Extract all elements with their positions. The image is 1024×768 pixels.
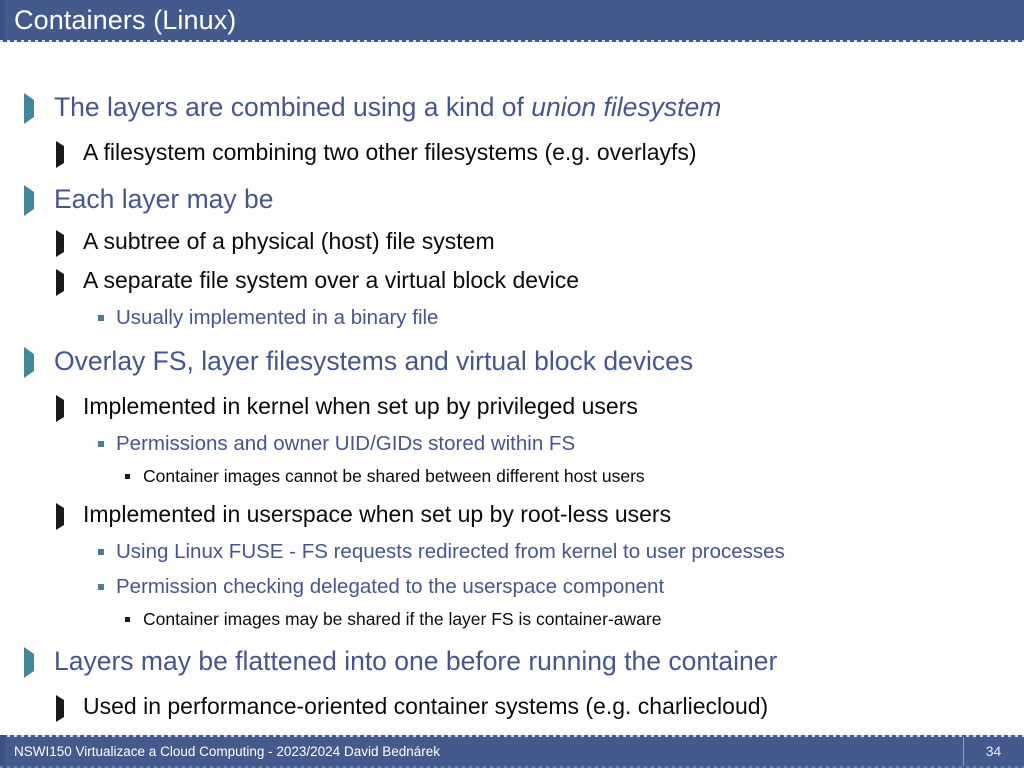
bullet-item-level-2: A filesystem combining two other filesys… (0, 133, 1024, 172)
bullet-triangle-icon (56, 503, 64, 530)
bullet-item-level-2: A separate file system over a virtual bl… (0, 261, 1024, 300)
slide-title-bar: Containers (Linux) (0, 0, 1024, 42)
bullet-label: Implemented in userspace when set up by … (83, 495, 671, 534)
bullet-label: A filesystem combining two other filesys… (83, 133, 697, 172)
bullet-label: Usually implemented in a binary file (116, 300, 438, 335)
bullet-triangle-icon (56, 269, 64, 296)
bullet-text-plain: Implemented in userspace when set up by … (83, 501, 672, 527)
bullet-item-level-3: Usually implemented in a binary file (0, 300, 1024, 335)
bullet-label: Permission checking delegated to the use… (116, 569, 664, 604)
bullet-label: Implemented in kernel when set up by pri… (83, 387, 638, 426)
bullet-label: Container images cannot be shared betwee… (143, 461, 645, 492)
bullet-text-plain: A subtree of a physical (host) file syst… (83, 228, 495, 254)
bullet-triangle-icon (24, 347, 34, 378)
bullet-triangle-icon (56, 695, 64, 722)
bullet-text-plain: Permissions and owner UID/GIDs stored wi… (116, 432, 576, 455)
bullet-text-plain: Usually implemented in a binary file (116, 306, 439, 329)
bullet-item-level-2: Implemented in kernel when set up by pri… (0, 387, 1024, 426)
bullet-text-plain: The layers are combined using a kind of (54, 92, 532, 122)
footer-left-accent (0, 735, 5, 768)
bullet-triangle-icon (56, 230, 64, 257)
bullet-text-plain: Using Linux FUSE - FS requests redirecte… (116, 540, 785, 563)
content-top-spacer (0, 42, 1024, 85)
bullet-label: A separate file system over a virtual bl… (83, 261, 579, 300)
bullet-text-plain: Implemented in kernel when set up by pri… (83, 393, 638, 419)
bullet-square-icon (125, 617, 130, 622)
bullet-square-icon (125, 474, 130, 479)
bullet-square-icon (98, 549, 104, 555)
bullet-triangle-icon (24, 647, 34, 678)
bullet-text-plain: Used in performance-oriented container s… (83, 693, 769, 719)
bullet-item-level-3: Permission checking delegated to the use… (0, 569, 1024, 604)
bullet-triangle-icon (24, 93, 34, 124)
slide-number: 34 (985, 743, 1002, 759)
bullet-item-level-3: Permissions and owner UID/GIDs stored wi… (0, 426, 1024, 461)
bullet-text-plain: Layers may be flattened into one before … (54, 646, 778, 676)
bullet-label: Using Linux FUSE - FS requests redirecte… (116, 534, 785, 569)
bullet-item-level-2: Implemented in userspace when set up by … (0, 495, 1024, 534)
bullet-triangle-icon (56, 395, 64, 422)
bullet-triangle-icon (24, 185, 34, 216)
bullet-label: A subtree of a physical (host) file syst… (83, 222, 495, 261)
bullet-label: Container images may be shared if the la… (143, 604, 661, 635)
footer-course-label: NSWI150 Virtualizace a Cloud Computing -… (14, 744, 440, 759)
bullet-item-level-4: Container images cannot be shared betwee… (0, 461, 1024, 492)
bullet-item-level-1: Overlay FS, layer filesystems and virtua… (0, 339, 1024, 384)
bullet-item-level-2: Used in performance-oriented container s… (0, 687, 1024, 726)
page-title: Containers (Linux) (14, 5, 237, 35)
bullet-label: The layers are combined using a kind of … (54, 85, 721, 130)
bullet-text-plain: A filesystem combining two other filesys… (83, 139, 697, 165)
slide-content: The layers are combined using a kind of … (0, 42, 1024, 732)
bullet-text-plain: Permission checking delegated to the use… (116, 575, 665, 598)
slide-footer: NSWI150 Virtualizace a Cloud Computing -… (0, 735, 1024, 768)
bullet-text-plain: A separate file system over a virtual bl… (83, 267, 580, 293)
bullet-item-level-1: The layers are combined using a kind of … (0, 85, 1024, 130)
bullet-label: Each layer may be (54, 177, 273, 222)
bullet-item-level-4: Container images may be shared if the la… (0, 604, 1024, 635)
bullet-text-plain: Overlay FS, layer filesystems and virtua… (54, 346, 694, 376)
bullet-item-level-3: Using Linux FUSE - FS requests redirecte… (0, 534, 1024, 569)
bullet-label: Permissions and owner UID/GIDs stored wi… (116, 426, 575, 461)
bullet-text-plain: Container images cannot be shared betwee… (143, 466, 645, 486)
bullet-item-level-1: Layers may be flattened into one before … (0, 639, 1024, 684)
bullet-text-plain: Each layer may be (54, 184, 274, 214)
bullet-square-icon (98, 315, 104, 321)
bullet-triangle-icon (56, 141, 64, 168)
bullet-label: Layers may be flattened into one before … (54, 639, 777, 684)
bullet-text-plain: Container images may be shared if the la… (143, 609, 662, 629)
bullet-square-icon (98, 441, 104, 447)
title-bar-left-accent (0, 0, 5, 42)
bullet-item-level-2: A subtree of a physical (host) file syst… (0, 222, 1024, 261)
bullet-label: Used in performance-oriented container s… (83, 687, 768, 726)
bullet-label: Overlay FS, layer filesystems and virtua… (54, 339, 693, 384)
bullet-item-level-1: Each layer may be (0, 177, 1024, 222)
bullet-text-emphasis: union filesystem (531, 92, 722, 122)
bullet-square-icon (98, 584, 104, 590)
